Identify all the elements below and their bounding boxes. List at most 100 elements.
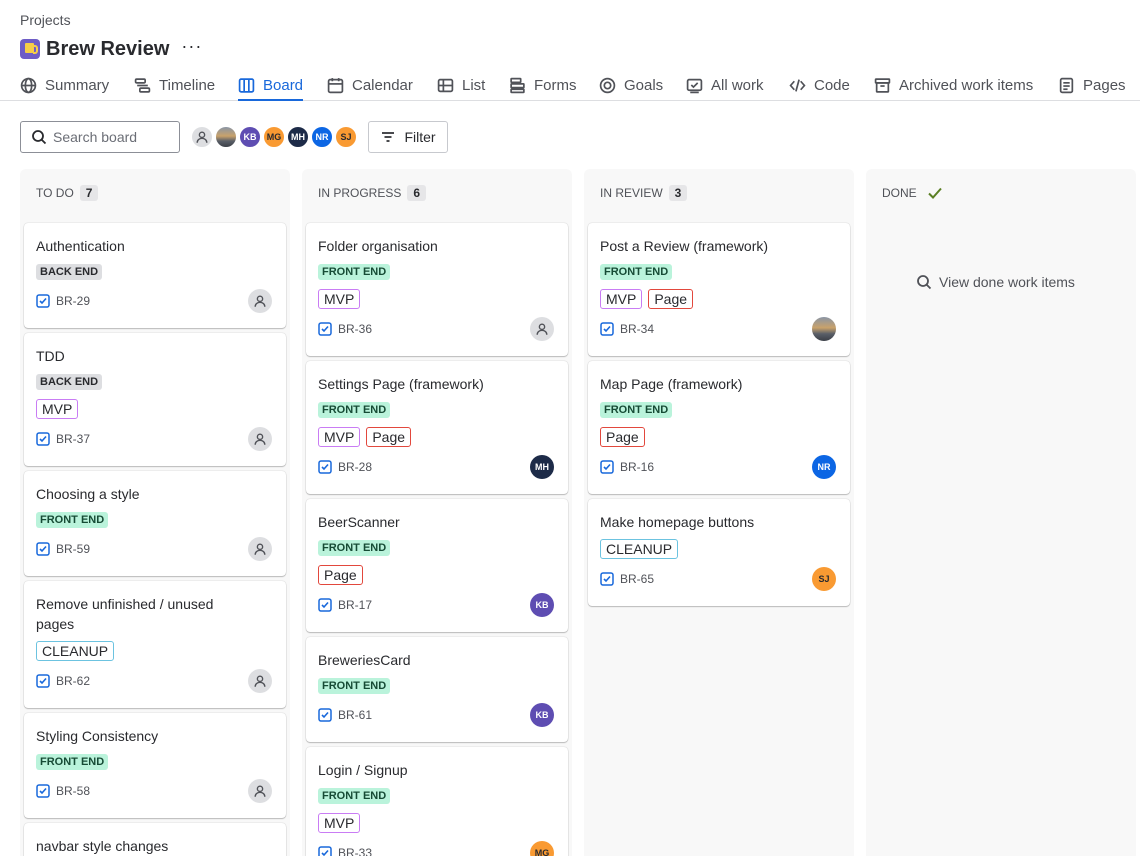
work-item-card[interactable]: Make homepage buttons CLEANUP BR-65 SJ	[588, 499, 850, 606]
globe-icon	[20, 77, 37, 93]
card-title: Post a Review (framework)	[600, 238, 769, 254]
search-icon	[32, 130, 47, 145]
epic-lozenge: BACK END	[36, 264, 103, 280]
project-tabs: Summary Timeline Board Calendar List For…	[0, 70, 1140, 101]
work-item-card[interactable]: Authentication BACK END BR-29	[24, 223, 286, 328]
assignee-avatar[interactable]: SJ	[812, 567, 836, 591]
task-checkbox-icon	[318, 846, 332, 856]
breadcrumb[interactable]: Projects	[20, 12, 71, 28]
card-footer: BR-62	[36, 674, 90, 688]
column-title: DONE	[882, 186, 917, 200]
tab-label: All work	[711, 76, 764, 94]
person-icon	[254, 675, 266, 687]
epic-lozenge: FRONT END	[600, 402, 673, 418]
column-done: DONE View done work items	[866, 169, 1136, 856]
assignee-avatar[interactable]: KB	[530, 703, 554, 727]
filter-label: Filter	[404, 129, 436, 145]
tab-summary[interactable]: Summary	[20, 70, 109, 100]
assignee-avatar[interactable]	[248, 779, 272, 803]
tab-timeline[interactable]: Timeline	[134, 70, 215, 100]
tab-calendar[interactable]: Calendar	[327, 70, 413, 100]
avatar-mg[interactable]: MG	[262, 125, 286, 149]
page-title: Brew Review	[46, 37, 170, 60]
epic-lozenge: FRONT END	[36, 512, 109, 528]
label-tag: Page	[600, 427, 645, 447]
work-item-card[interactable]: Post a Review (framework) FRONT END MVP …	[588, 223, 850, 356]
work-item-card[interactable]: Choosing a style FRONT END BR-59	[24, 471, 286, 576]
search-input[interactable]	[53, 129, 173, 145]
tab-label: List	[462, 76, 486, 94]
tab-archived-work-items[interactable]: Archived work items	[874, 70, 1033, 100]
task-checkbox-icon	[36, 294, 50, 308]
assignee-avatar[interactable]: MG	[530, 841, 554, 856]
work-item-card[interactable]: Settings Page (framework) FRONT END MVP …	[306, 361, 568, 494]
work-item-key: BR-65	[620, 572, 655, 586]
view-done-work-items-link[interactable]: View done work items	[916, 274, 1075, 290]
card-footer: BR-58	[36, 784, 90, 798]
tab-all-work[interactable]: All work	[686, 70, 764, 100]
work-item-card[interactable]: Folder organisation FRONT END MVP BR-36	[306, 223, 568, 356]
epic-lozenge: FRONT END	[600, 264, 673, 280]
work-item-card[interactable]: TDD BACK END MVP BR-37	[24, 333, 286, 466]
assignee-avatar[interactable]: NR	[812, 455, 836, 479]
avatar-photo[interactable]	[214, 125, 238, 149]
card-title: TDD	[36, 348, 65, 364]
assignee-avatar[interactable]: KB	[530, 593, 554, 617]
work-item-key: BR-36	[338, 322, 373, 336]
assignee-avatar[interactable]	[248, 289, 272, 313]
avatar-kb[interactable]: KB	[238, 125, 262, 149]
search-board-field[interactable]	[20, 121, 180, 153]
tab-forms[interactable]: Forms	[509, 70, 577, 100]
tab-label: Pages	[1083, 76, 1126, 94]
column-in-review: IN REVIEW 3 Post a Review (framework) FR…	[584, 169, 854, 856]
label-list: CLEANUP	[36, 641, 115, 661]
assignee-avatar[interactable]	[248, 669, 272, 693]
work-item-card[interactable]: BeerScanner FRONT END Page BR-17 KB	[306, 499, 568, 632]
assignee-avatar[interactable]	[530, 317, 554, 341]
tab-list[interactable]: List	[437, 70, 485, 100]
task-checkbox-icon	[318, 598, 332, 612]
work-item-card[interactable]: navbar style changes	[24, 823, 286, 856]
avatar-nr[interactable]: NR	[310, 125, 334, 149]
work-item-card[interactable]: BreweriesCard FRONT END BR-61 KB	[306, 637, 568, 742]
more-actions-button[interactable]: ···	[181, 37, 202, 57]
assignee-avatar[interactable]	[248, 427, 272, 451]
card-footer: BR-17	[318, 598, 372, 612]
card-title: Map Page (framework)	[600, 376, 743, 392]
task-checkbox-icon	[36, 784, 50, 798]
calendar-icon	[327, 77, 344, 93]
label-tag: MVP	[318, 289, 361, 309]
label-tag: MVP	[318, 427, 361, 447]
card-footer: BR-34	[600, 322, 654, 336]
task-checkbox-icon	[318, 322, 332, 336]
card-title: navbar style changes	[36, 838, 169, 854]
work-item-card[interactable]: Map Page (framework) FRONT END Page BR-1…	[588, 361, 850, 494]
assignee-avatar[interactable]: MH	[530, 455, 554, 479]
work-item-card[interactable]: Login / Signup FRONT END MVP BR-33 MG	[306, 747, 568, 856]
column-header: TO DO 7	[36, 185, 99, 201]
work-item-card[interactable]: Styling Consistency FRONT END BR-58	[24, 713, 286, 818]
card-title: Styling Consistency	[36, 728, 159, 744]
tab-pages[interactable]: Pages	[1058, 70, 1126, 100]
tab-code[interactable]: Code	[789, 70, 850, 100]
work-item-card[interactable]: Remove unfinished / unused pages CLEANUP…	[24, 581, 286, 708]
assignee-avatar[interactable]	[812, 317, 836, 341]
label-list: MVP Page	[318, 427, 412, 447]
filter-button[interactable]: Filter	[368, 121, 448, 153]
card-footer: BR-37	[36, 432, 90, 446]
label-list: MVP	[318, 813, 361, 833]
tab-board[interactable]: Board	[238, 70, 304, 101]
person-icon	[254, 295, 266, 307]
assignee-avatar[interactable]	[248, 537, 272, 561]
label-tag: Page	[318, 565, 363, 585]
assignee-filter-avatars: KB MG MH NR SJ	[190, 125, 358, 149]
forms-icon	[510, 77, 525, 93]
column-header: IN PROGRESS 6	[318, 185, 427, 201]
avatar-mh[interactable]: MH	[286, 125, 310, 149]
card-title: Login / Signup	[318, 762, 408, 778]
avatar-sj[interactable]: SJ	[334, 125, 358, 149]
column-title: IN REVIEW	[600, 186, 663, 200]
column-count: 7	[79, 185, 99, 201]
tab-goals[interactable]: Goals	[599, 70, 663, 100]
unassigned-avatar[interactable]	[190, 125, 214, 149]
